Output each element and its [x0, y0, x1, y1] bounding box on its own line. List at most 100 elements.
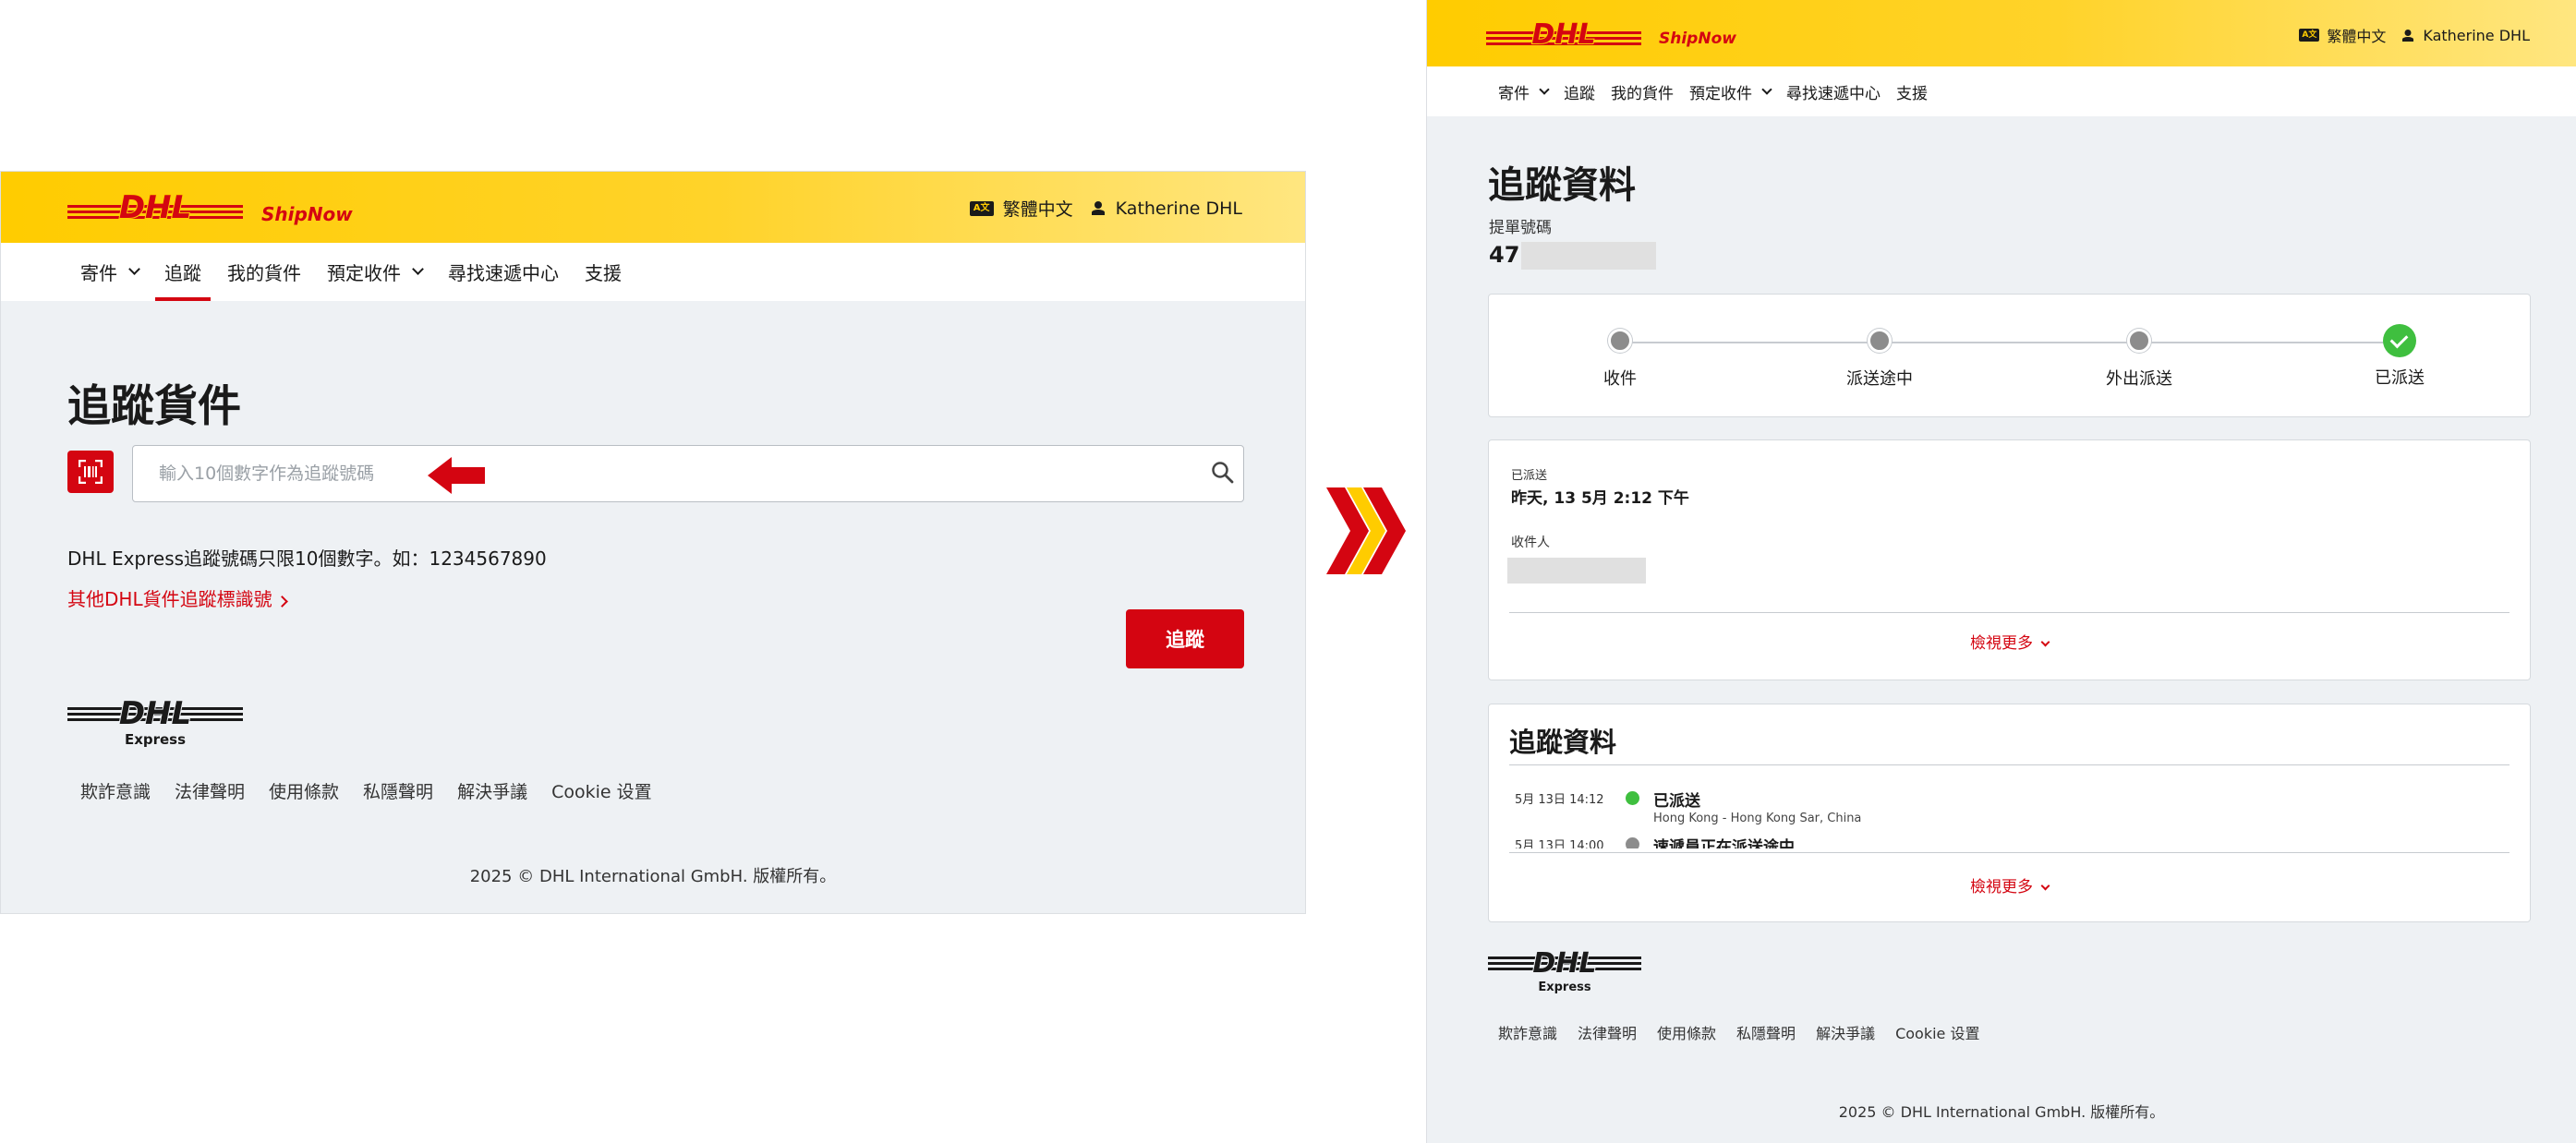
- nav-label: 追蹤: [1564, 84, 1595, 103]
- view-more-link[interactable]: 檢視更多: [1489, 873, 2530, 896]
- event-status: 已派送: [1653, 792, 1700, 811]
- step-label: 外出派送: [2106, 369, 2172, 389]
- language-selector[interactable]: 繁體中文: [2327, 24, 2386, 46]
- nav-label: 預定收件: [327, 262, 401, 284]
- nav-item-track[interactable]: 追蹤: [155, 243, 211, 301]
- event-status-dot: [1626, 791, 1639, 805]
- event-status: 速遞員正在派送途中: [1653, 838, 1795, 848]
- footer-link-terms[interactable]: 使用條款: [1657, 1021, 1716, 1043]
- event-status-dot: [1626, 837, 1639, 848]
- chevron-right-icon: [1326, 487, 1406, 574]
- footer-link-legal[interactable]: 法律聲明: [175, 778, 245, 803]
- progress-step: 外出派送: [2047, 329, 2231, 390]
- footer-link-disputes[interactable]: 解決爭議: [457, 778, 527, 803]
- nav-label: 我的貨件: [227, 262, 301, 284]
- page-title: 追蹤資料: [1488, 164, 1636, 207]
- nav-item-schedule-pickup[interactable]: 預定收件: [1689, 66, 1772, 116]
- event-list-clip: 5月 13日 14:00 速遞員正在派送途中: [1489, 834, 2530, 848]
- chevron-down-icon: [1539, 83, 1550, 95]
- dhl-logo-text: DHL: [119, 192, 191, 223]
- recipient-label: 收件人: [1511, 535, 1550, 550]
- event-row: 5月 13日 14:00 速遞員正在派送途中: [1515, 834, 2530, 848]
- user-icon: [1091, 201, 1105, 215]
- footer-link-privacy[interactable]: 私隱聲明: [363, 778, 433, 803]
- nav-label: 支援: [585, 262, 622, 284]
- copyright: 2025 © DHL International GmbH. 版權所有。: [1838, 1103, 2165, 1121]
- app-name: ShipNow: [261, 203, 353, 225]
- tracking-detail-page: DHL ShipNow A文 繁體中文 Katherine DHL 寄件 追蹤 …: [1426, 0, 2576, 1143]
- nav-item-find-location[interactable]: 尋找速遞中心: [1786, 66, 1881, 116]
- header-actions: A文 繁體中文 Katherine DHL: [969, 196, 1242, 221]
- nav-item-support[interactable]: 支援: [1896, 66, 1928, 116]
- app-name: ShipNow: [1659, 30, 1736, 48]
- nav-item-ship[interactable]: 寄件: [80, 243, 140, 301]
- footer-link-privacy[interactable]: 私隱聲明: [1736, 1021, 1796, 1043]
- shipment-progress: 收件 派送途中 外出派送 已派送: [1488, 294, 2531, 417]
- event-date: 5月 13日 14:12: [1515, 793, 1604, 807]
- dhl-logo[interactable]: DHL: [67, 192, 243, 223]
- language-selector[interactable]: 繁體中文: [1003, 196, 1073, 221]
- footer-link-legal[interactable]: 法律聲明: [1578, 1021, 1637, 1043]
- nav-label: 我的貨件: [1611, 84, 1674, 103]
- footer-logo-sub: Express: [1538, 981, 1591, 993]
- step-dot: [1868, 329, 1892, 353]
- nav-item-my-shipments[interactable]: 我的貨件: [227, 243, 301, 301]
- chevron-right-icon: [275, 596, 288, 608]
- main-nav: 寄件 追蹤 我的貨件 預定收件 尋找速遞中心 支援: [1427, 66, 2576, 116]
- view-more-link[interactable]: 檢視更多: [1489, 630, 2530, 653]
- nav-label: 尋找速遞中心: [448, 262, 559, 284]
- footer-logo-sub: Express: [125, 731, 186, 748]
- nav-label: 寄件: [1498, 84, 1530, 103]
- nav-item-support[interactable]: 支援: [585, 243, 622, 301]
- progress-step: 收件: [1528, 329, 1712, 390]
- footer-link-cookies[interactable]: Cookie 设置: [1895, 1021, 1979, 1043]
- other-tracking-ids-link[interactable]: 其他DHL貨件追蹤標識號: [67, 584, 288, 611]
- page-title: 追蹤貨件: [67, 381, 241, 432]
- search-icon[interactable]: [1211, 461, 1235, 485]
- nav-item-find-location[interactable]: 尋找速遞中心: [448, 243, 559, 301]
- step-label: 收件: [1603, 369, 1637, 389]
- status-time: 昨天, 13 5月 2:12 下午: [1511, 489, 1689, 508]
- status-label: 已派送: [1511, 469, 1548, 483]
- progress-line: [1620, 342, 2399, 343]
- dhl-express-logo[interactable]: DHL Express: [1488, 947, 1641, 993]
- progress-step: 派送途中: [1787, 329, 1972, 390]
- red-arrow-icon: [428, 457, 485, 494]
- footer-link-fraud[interactable]: 欺詐意識: [80, 778, 151, 803]
- footer-logo-text: DHL: [1532, 947, 1596, 980]
- nav-item-my-shipments[interactable]: 我的貨件: [1611, 66, 1674, 116]
- waybill-label: 提單號碼: [1489, 219, 1552, 237]
- event-row: 5月 13日 14:12 已派送 Hong Kong - Hong Kong S…: [1515, 788, 2530, 825]
- nav-item-schedule-pickup[interactable]: 預定收件: [327, 243, 424, 301]
- scan-barcode-button[interactable]: [67, 451, 114, 493]
- footer-link-fraud[interactable]: 欺詐意識: [1498, 1021, 1557, 1043]
- header-actions: A文 繁體中文 Katherine DHL: [2299, 24, 2530, 46]
- nav-item-ship[interactable]: 寄件: [1498, 66, 1550, 116]
- tracking-hint: DHL Express追蹤號碼只限10個數字。如：1234567890: [67, 547, 547, 570]
- chevron-down-icon: [2040, 881, 2050, 891]
- nav-label: 追蹤: [164, 262, 201, 284]
- divider: [1509, 764, 2509, 765]
- footer-logo-text: DHL: [119, 696, 191, 732]
- dhl-logo[interactable]: DHL: [1486, 20, 1641, 48]
- chevron-down-icon: [1761, 83, 1772, 95]
- user-menu[interactable]: Katherine DHL: [1116, 199, 1242, 219]
- delivery-info-card: 已派送 昨天, 13 5月 2:12 下午 收件人 檢視更多: [1488, 439, 2531, 680]
- footer-links: 欺詐意識 法律聲明 使用條款 私隱聲明 解決爭議 Cookie 设置: [80, 778, 676, 803]
- view-more-label: 檢視更多: [1970, 878, 2033, 896]
- footer-link-disputes[interactable]: 解決爭議: [1816, 1021, 1875, 1043]
- other-link-label: 其他DHL貨件追蹤標識號: [67, 588, 272, 610]
- check-icon: [2383, 324, 2416, 357]
- dhl-express-logo[interactable]: DHL Express: [67, 696, 243, 748]
- user-menu[interactable]: Katherine DHL: [2423, 27, 2530, 44]
- nav-item-track[interactable]: 追蹤: [1564, 66, 1595, 116]
- events-title: 追蹤資料: [1509, 727, 1617, 758]
- footer-link-cookies[interactable]: Cookie 设置: [551, 778, 652, 803]
- track-button[interactable]: 追蹤: [1126, 609, 1244, 668]
- site-header: DHL ShipNow A文 繁體中文 Katherine DHL: [1427, 0, 2576, 66]
- footer-link-terms[interactable]: 使用條款: [269, 778, 339, 803]
- step-label: 派送途中: [1846, 369, 1913, 389]
- divider: [1509, 612, 2509, 613]
- redacted-recipient: [1507, 558, 1646, 584]
- tracking-number-input[interactable]: [132, 445, 1244, 502]
